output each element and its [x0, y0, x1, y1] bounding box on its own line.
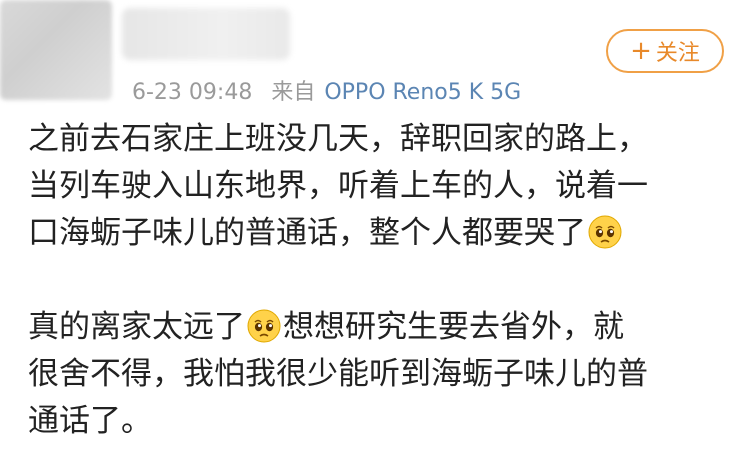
follow-label: 关注 [655, 41, 700, 66]
post-meta: 6-23 09:48 来自 OPPO Reno5 K 5G [132, 74, 521, 106]
post-line: 真的离家太远了 想想研究生要去省外，就 [28, 304, 740, 351]
pleading-face-emoji-icon [247, 309, 281, 343]
post-line: 口海蛎子味儿的普通话，整个人都要哭了 [28, 210, 740, 257]
source-device-link[interactable]: OPPO Reno5 K 5G [324, 80, 521, 105]
post-line-text: 想想研究生要去省外，就 [283, 309, 624, 345]
pleading-face-emoji-icon [588, 215, 622, 249]
post-body: 之前去石家庄上班没几天，辞职回家的路上， 当列车驶入山东地界，听着上车的人，说着… [28, 116, 740, 445]
username-blurred[interactable] [122, 8, 290, 60]
post-paragraph-2: 真的离家太远了 想想研究生要去省外，就 很舍不得，我怕我很少能听到海蛎子味儿的普 … [28, 304, 740, 445]
post-paragraph-1: 之前去石家庄上班没几天，辞职回家的路上， 当列车驶入山东地界，听着上车的人，说着… [28, 116, 740, 257]
post-line: 很舍不得，我怕我很少能听到海蛎子味儿的普 [28, 356, 648, 392]
post-line: 通话了。 [28, 403, 152, 439]
avatar[interactable] [0, 0, 112, 100]
post-line: 当列车驶入山东地界，听着上车的人，说着一 [28, 168, 648, 204]
post-line-text: 口海蛎子味儿的普通话，整个人都要哭了 [28, 215, 586, 251]
plus-icon: + [630, 36, 652, 66]
source-prefix: 来自 [271, 80, 316, 105]
post-line-text: 真的离家太远了 [28, 309, 245, 345]
follow-button[interactable]: + 关注 [606, 29, 724, 73]
post-timestamp: 6-23 09:48 [132, 80, 253, 105]
post-line: 之前去石家庄上班没几天，辞职回家的路上， [28, 121, 648, 157]
